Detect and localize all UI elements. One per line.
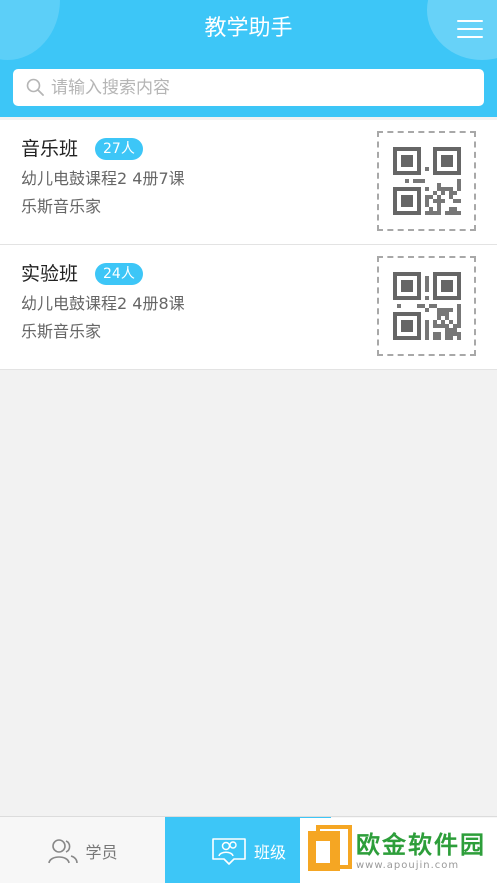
- class-course: 幼儿电鼓课程2 4册7课: [21, 169, 185, 188]
- watermark-overlay: 欧金软件园 www.apoujin.com: [300, 818, 497, 883]
- watermark-text: 欧金软件园: [356, 830, 486, 859]
- tab-classes-label: 班级: [253, 842, 286, 862]
- class-card[interactable]: 实验班 24人 幼儿电鼓课程2 4册8课 乐斯音乐家: [0, 245, 497, 370]
- watermark-url: www.apoujin.com: [356, 859, 460, 871]
- menu-icon[interactable]: [457, 20, 483, 40]
- search-input[interactable]: [51, 69, 471, 106]
- qr-code-button[interactable]: [377, 131, 476, 231]
- students-icon: [48, 838, 79, 863]
- app-header: 教学助手: [0, 0, 497, 117]
- class-name: 音乐班: [21, 138, 79, 160]
- tab-students[interactable]: 学员: [0, 817, 165, 883]
- class-organization: 乐斯音乐家: [21, 197, 102, 216]
- search-icon: [26, 78, 44, 96]
- qr-code-icon: [392, 147, 461, 215]
- qr-code-icon: [392, 272, 461, 340]
- student-count-badge: 27人: [95, 138, 143, 160]
- classes-icon: [212, 837, 246, 865]
- page-title: 教学助手: [204, 16, 293, 41]
- class-list: 音乐班 27人 幼儿电鼓课程2 4册7课 乐斯音乐家 实验班 24人 幼儿电鼓课…: [0, 120, 497, 370]
- tab-students-label: 学员: [85, 842, 118, 862]
- watermark-logo-icon: [308, 824, 352, 871]
- search-bar[interactable]: [13, 69, 484, 106]
- class-organization: 乐斯音乐家: [21, 322, 102, 341]
- class-card[interactable]: 音乐班 27人 幼儿电鼓课程2 4册7课 乐斯音乐家: [0, 120, 497, 245]
- class-course: 幼儿电鼓课程2 4册8课: [21, 294, 185, 313]
- student-count-badge: 24人: [95, 263, 143, 285]
- class-name: 实验班: [21, 263, 79, 285]
- qr-code-button[interactable]: [377, 256, 476, 356]
